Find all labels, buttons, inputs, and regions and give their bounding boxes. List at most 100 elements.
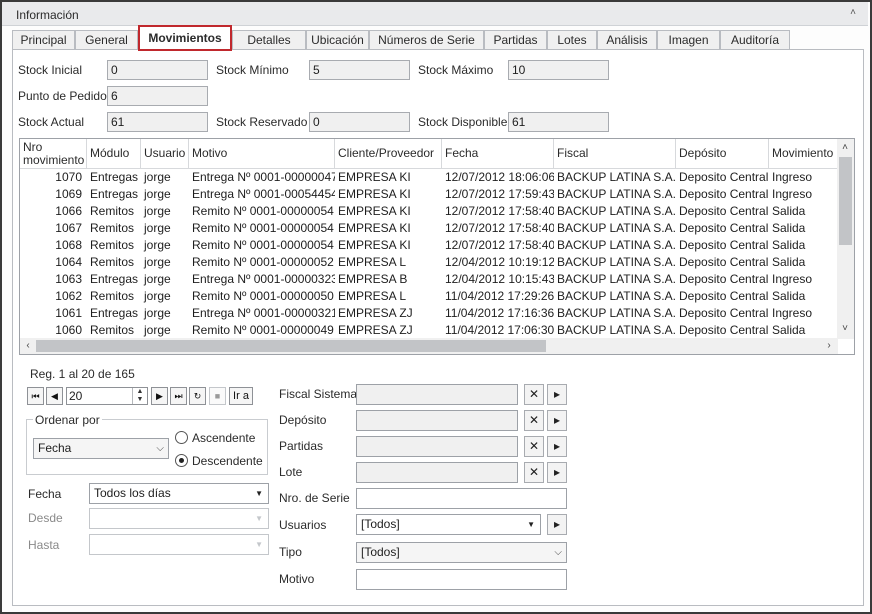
tab-imagen[interactable]: Imagen: [657, 30, 720, 50]
stock-minimo-label: Stock Mínimo: [216, 63, 289, 77]
tab-general[interactable]: General: [75, 30, 138, 50]
table-cell: Entrega Nº 0001-00054454: [192, 187, 335, 201]
table-row[interactable]: 1063 Entregas jorge Entrega Nº 0001-0000032…: [20, 271, 838, 288]
scroll-up-icon[interactable]: ˄: [838, 141, 852, 155]
col-movimiento[interactable]: Movimiento: [769, 139, 838, 169]
tab-ubicacion[interactable]: Ubicación: [306, 30, 369, 50]
fecha-label: Fecha: [28, 487, 62, 501]
table-cell: 12/04/2012 10:15:43: [445, 272, 554, 286]
clear-lote-icon[interactable]: ✕: [524, 462, 544, 483]
chevron-down-icon: ⌵: [554, 547, 562, 558]
table-cell: Salida: [772, 204, 806, 218]
stop-icon[interactable]: ■: [209, 387, 226, 405]
ascending-radio[interactable]: [175, 431, 188, 444]
clear-partidas-icon[interactable]: ✕: [524, 436, 544, 457]
table-row[interactable]: 1070 Entregas jorge Entrega Nº 0001-0000004…: [20, 169, 838, 186]
table-cell: 11/04/2012 17:06:30: [445, 323, 554, 337]
table-row[interactable]: 1062 Remitos jorge Remito Nº 0001-00000050 E…: [20, 288, 838, 305]
col-cliente-proveedor[interactable]: Cliente/Proveedor: [335, 139, 442, 169]
table-cell: BACKUP LATINA S.A.: [557, 204, 676, 218]
table-cell: jorge: [144, 204, 171, 218]
tab-partidas[interactable]: Partidas: [484, 30, 547, 50]
table-cell: 11/04/2012 17:29:26: [445, 289, 554, 303]
partidas-field[interactable]: [356, 436, 518, 457]
refresh-icon[interactable]: ↻: [189, 387, 206, 405]
table-cell: Remito Nº 0001-00000054: [192, 238, 334, 252]
order-by-select[interactable]: Fecha ⌵: [33, 438, 169, 459]
tab-detalles[interactable]: Detalles: [232, 30, 306, 50]
col-fiscal[interactable]: Fiscal: [554, 139, 676, 169]
ascending-label[interactable]: Ascendente: [192, 431, 255, 445]
scroll-right-icon[interactable]: ›: [822, 339, 836, 353]
table-cell: EMPRESA ZJ: [338, 323, 413, 337]
fecha-value: Todos los días: [94, 486, 171, 500]
collapse-icon[interactable]: ˄: [846, 6, 860, 20]
col-fecha[interactable]: Fecha: [442, 139, 554, 169]
table-cell: jorge: [144, 306, 171, 320]
select-deposito-icon[interactable]: ▸: [547, 410, 567, 431]
tab-auditoria[interactable]: Auditoría: [720, 30, 790, 50]
usuarios-select[interactable]: [Todos] ▼: [356, 514, 541, 535]
movements-grid[interactable]: Nro movimiento Módulo Usuario Motivo Cli…: [19, 138, 855, 355]
tab-analisis[interactable]: Análisis: [597, 30, 657, 50]
clear-deposito-icon[interactable]: ✕: [524, 410, 544, 431]
tab-lotes[interactable]: Lotes: [547, 30, 597, 50]
table-row[interactable]: 1066 Remitos jorge Remito Nº 0001-00000054 E…: [20, 203, 838, 220]
tab-movimientos[interactable]: Movimientos: [138, 25, 232, 51]
next-page-icon[interactable]: ▶: [151, 387, 168, 405]
tab-principal[interactable]: Principal: [12, 30, 75, 50]
desde-date-picker[interactable]: ▼: [89, 508, 269, 529]
table-row[interactable]: 1067 Remitos jorge Remito Nº 0001-00000054 E…: [20, 220, 838, 237]
table-cell: Deposito Central: [679, 238, 769, 252]
lote-field[interactable]: [356, 462, 518, 483]
col-modulo[interactable]: Módulo: [87, 139, 141, 169]
select-fiscal-icon[interactable]: ▸: [547, 384, 567, 405]
table-row[interactable]: 1064 Remitos jorge Remito Nº 0001-00000052 E…: [20, 254, 838, 271]
table-cell: Salida: [772, 323, 806, 337]
table-row[interactable]: 1068 Remitos jorge Remito Nº 0001-00000054 E…: [20, 237, 838, 254]
descending-label[interactable]: Descendente: [192, 454, 263, 468]
order-by-value: Fecha: [38, 441, 72, 455]
page-size-spinner[interactable]: ▲ ▼: [132, 388, 147, 404]
table-row[interactable]: 1060 Remitos jorge Remito Nº 0001-00000049 E…: [20, 322, 838, 339]
motivo-input[interactable]: [356, 569, 567, 590]
last-page-icon[interactable]: ⏭: [170, 387, 187, 405]
table-cell: Entregas: [90, 272, 139, 286]
first-page-icon[interactable]: ⏮: [27, 387, 44, 405]
fiscal-sistema-field[interactable]: [356, 384, 518, 405]
clear-fiscal-icon[interactable]: ✕: [524, 384, 544, 405]
usuarios-value: [Todos]: [361, 517, 400, 531]
table-cell: EMPRESA KI: [338, 170, 411, 184]
vertical-scroll-thumb[interactable]: [839, 157, 852, 245]
table-cell: jorge: [144, 187, 171, 201]
tab-numeros-de-serie[interactable]: Números de Serie: [369, 30, 484, 50]
dropdown-arrow-icon: ▼: [255, 489, 263, 498]
table-cell: Deposito Central: [679, 323, 769, 337]
select-lote-icon[interactable]: ▸: [547, 462, 567, 483]
col-motivo[interactable]: Motivo: [189, 139, 335, 169]
table-row[interactable]: 1069 Entregas jorge Entrega Nº 0001-0005445…: [20, 186, 838, 203]
select-usuarios-icon[interactable]: ▸: [547, 514, 567, 535]
stock-disponible-label: Stock Disponible: [418, 115, 508, 129]
nro-serie-input[interactable]: [356, 488, 567, 509]
scroll-down-icon[interactable]: ˅: [838, 322, 852, 336]
horizontal-scrollbar[interactable]: ‹ ›: [20, 338, 838, 354]
hasta-date-picker[interactable]: ▼: [89, 534, 269, 555]
fecha-select[interactable]: Todos los días ▼: [89, 483, 269, 504]
goto-button[interactable]: Ir a: [229, 387, 253, 405]
horizontal-scroll-thumb[interactable]: [36, 340, 546, 352]
table-row[interactable]: 1061 Entregas jorge Entrega Nº 0001-0000032…: [20, 305, 838, 322]
table-cell: Ingreso: [772, 170, 813, 184]
col-deposito[interactable]: Depósito: [676, 139, 769, 169]
vertical-scrollbar[interactable]: ˄ ˅: [837, 139, 854, 339]
tipo-select[interactable]: [Todos] ⌵: [356, 542, 567, 563]
col-nro-movimiento[interactable]: Nro movimiento: [20, 139, 87, 169]
table-cell: Entregas: [90, 170, 139, 184]
table-cell: Deposito Central: [679, 204, 769, 218]
descending-radio[interactable]: [175, 454, 188, 467]
scroll-left-icon[interactable]: ‹: [21, 339, 35, 353]
col-usuario[interactable]: Usuario: [141, 139, 189, 169]
deposito-field[interactable]: [356, 410, 518, 431]
prev-page-icon[interactable]: ◀: [46, 387, 63, 405]
select-partidas-icon[interactable]: ▸: [547, 436, 567, 457]
